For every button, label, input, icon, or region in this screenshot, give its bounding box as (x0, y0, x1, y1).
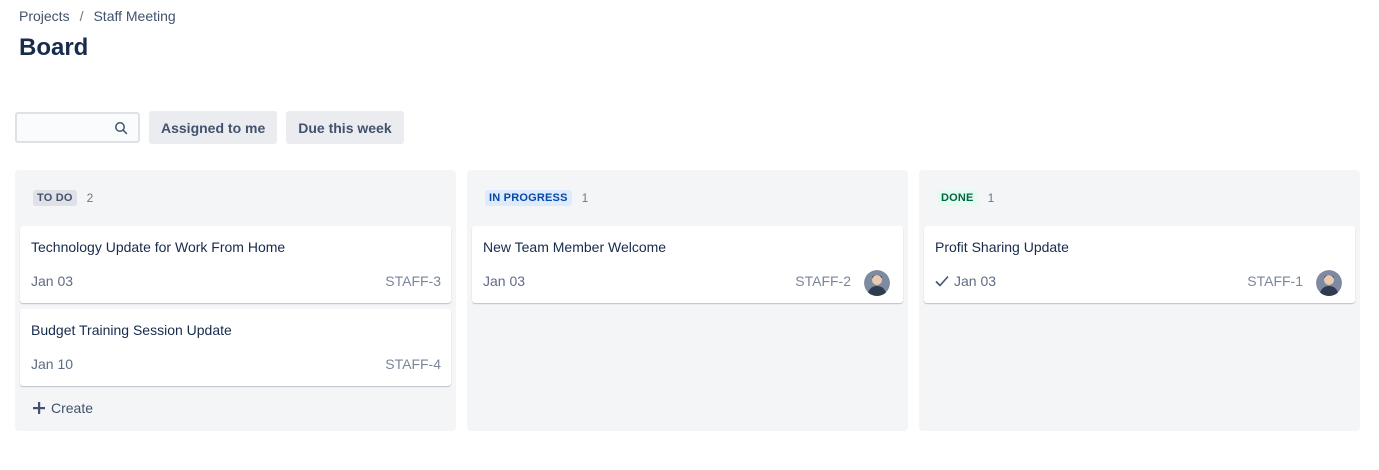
search-icon (115, 122, 128, 135)
column-header: IN PROGRESS 1 (485, 190, 588, 206)
column-title: TO DO (33, 190, 77, 206)
column-title: IN PROGRESS (485, 190, 572, 206)
card-date-text: Jan 10 (31, 356, 74, 372)
issue-card[interactable]: Technology Update for Work From Home Jan… (20, 226, 451, 303)
card-due-date: Jan 03 (31, 273, 73, 289)
issue-card[interactable]: Profit Sharing Update Jan 03 STAFF-1 (924, 226, 1355, 303)
column-done: DONE 1 Profit Sharing Update Jan 03 STAF… (919, 170, 1360, 431)
card-date-text: Jan 03 (954, 273, 997, 289)
card-due-date: Jan 03 (483, 273, 525, 289)
due-this-week-filter[interactable]: Due this week (286, 111, 404, 144)
card-title: New Team Member Welcome (483, 239, 667, 255)
breadcrumb-project-link[interactable]: Staff Meeting (93, 8, 175, 24)
card-issue-key[interactable]: STAFF-2 (795, 273, 851, 289)
column-title: DONE (937, 190, 978, 206)
card-due-date: Jan 10 (31, 356, 73, 372)
search-box (15, 112, 140, 143)
card-title: Technology Update for Work From Home (31, 239, 286, 255)
breadcrumb-separator: / (79, 8, 84, 24)
breadcrumb: Projects / Staff Meeting (19, 8, 176, 24)
card-date-text: Jan 03 (483, 273, 526, 289)
checkmark-icon (935, 275, 949, 287)
assignee-avatar[interactable] (1316, 270, 1342, 296)
column-todo: TO DO 2 Technology Update for Work From … (15, 170, 456, 431)
card-title: Profit Sharing Update (935, 239, 1069, 255)
issue-card[interactable]: Budget Training Session Update Jan 10 ST… (20, 309, 451, 386)
page-title: Board (19, 34, 89, 61)
plus-icon (33, 402, 45, 414)
breadcrumb-projects-link[interactable]: Projects (19, 8, 70, 24)
card-issue-key[interactable]: STAFF-3 (385, 273, 441, 289)
create-issue-button[interactable]: Create (33, 400, 93, 416)
card-due-date: Jan 03 (935, 273, 996, 289)
column-header: DONE 1 (937, 190, 994, 206)
issue-card[interactable]: New Team Member Welcome Jan 03 STAFF-2 (472, 226, 903, 303)
column-header: TO DO 2 (33, 190, 93, 206)
avatar-image (864, 270, 890, 296)
column-count: 1 (987, 191, 995, 205)
card-title: Budget Training Session Update (31, 322, 232, 338)
card-issue-key[interactable]: STAFF-1 (1247, 273, 1303, 289)
column-in-progress: IN PROGRESS 1 New Team Member Welcome Ja… (467, 170, 908, 431)
search-input[interactable] (17, 114, 124, 141)
avatar-image (1316, 270, 1342, 296)
filter-toolbar: Assigned to me Due this week (15, 111, 404, 144)
assignee-avatar[interactable] (864, 270, 890, 296)
column-count: 1 (581, 191, 589, 205)
assigned-to-me-filter[interactable]: Assigned to me (149, 111, 278, 144)
column-count: 2 (86, 191, 94, 205)
create-label: Create (51, 400, 94, 416)
card-date-text: Jan 03 (31, 273, 74, 289)
card-issue-key[interactable]: STAFF-4 (385, 356, 441, 372)
